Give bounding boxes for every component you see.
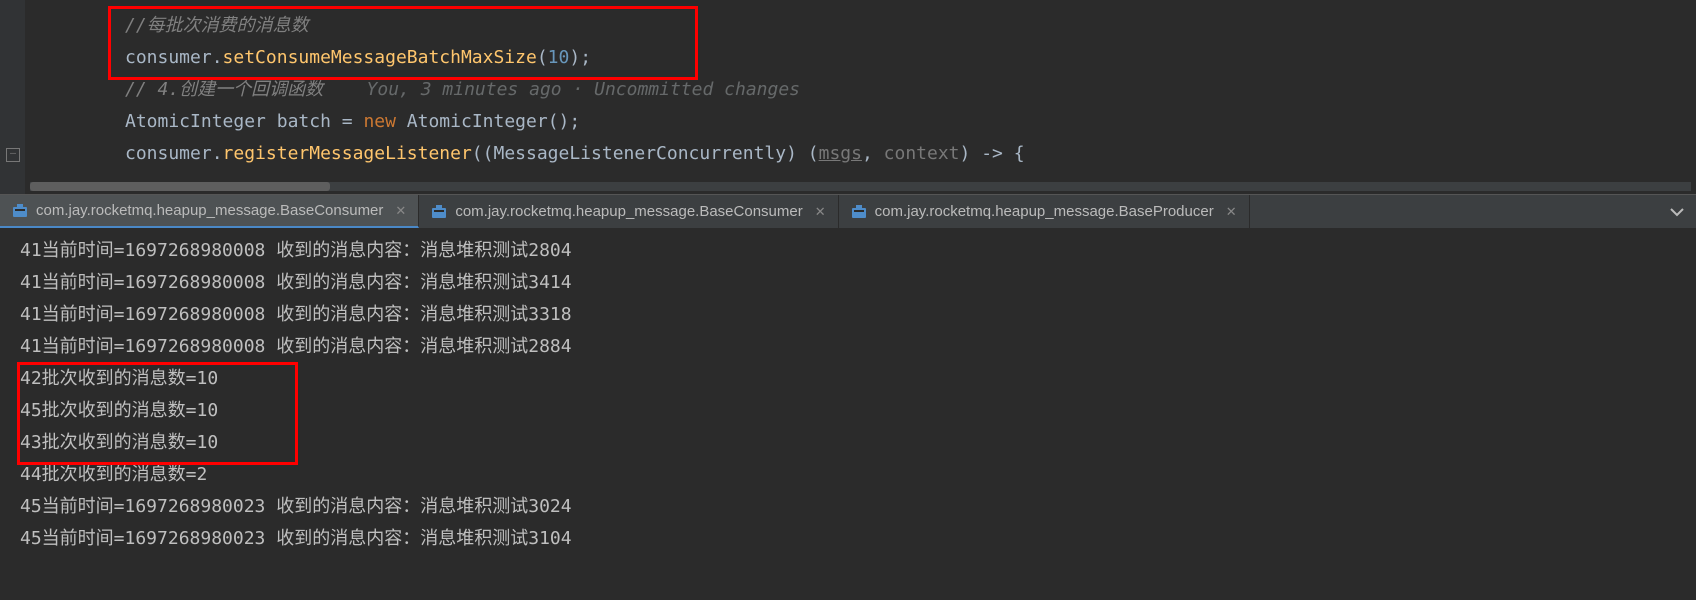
comment-text: // 4.创建一个回调函数 <box>125 79 323 100</box>
run-config-icon <box>12 203 28 219</box>
console-line: 44批次收到的消息数=2 <box>20 459 1676 491</box>
cast-type: MessageListenerConcurrently <box>493 143 786 164</box>
close-icon[interactable]: ✕ <box>395 203 406 219</box>
tab-consumer-2[interactable]: com.jay.rocketmq.heapup_message.BaseCons… <box>419 195 838 228</box>
keyword-new: new <box>363 111 396 132</box>
code-editor[interactable]: – //每批次消费的消息数 consumer.setConsumeMessage… <box>0 0 1696 195</box>
comma: , <box>862 143 884 164</box>
lambda-param: context <box>884 143 960 164</box>
number-literal: 10 <box>548 47 570 68</box>
tail: (); <box>548 111 581 132</box>
space <box>396 111 407 132</box>
method-call: registerMessageListener <box>223 143 472 164</box>
paren: ) <box>569 47 580 68</box>
comment-text: //每批次消费的消息数 <box>125 15 309 36</box>
lambda-param: msgs <box>819 143 862 164</box>
tab-label: com.jay.rocketmq.heapup_message.BaseProd… <box>875 203 1214 220</box>
tab-label: com.jay.rocketmq.heapup_message.BaseCons… <box>36 202 383 219</box>
close-icon[interactable]: ✕ <box>1226 204 1237 220</box>
lambda-arrow: ) -> { <box>960 143 1025 164</box>
console-line: 45批次收到的消息数=10 <box>20 395 1676 427</box>
code-line: // 4.创建一个回调函数 You, 3 minutes ago · Uncom… <box>30 74 1696 106</box>
dot: . <box>212 143 223 164</box>
console-line: 43批次收到的消息数=10 <box>20 427 1676 459</box>
more-tabs-icon[interactable] <box>1658 195 1696 228</box>
code-line: consumer.registerMessageListener((Messag… <box>30 138 1696 170</box>
console-line: 41当前时间=1697268980008 收到的消息内容：消息堆积测试2884 <box>20 331 1676 363</box>
horizontal-scrollbar[interactable] <box>30 182 1691 191</box>
console-output[interactable]: 41当前时间=1697268980008 收到的消息内容：消息堆积测试2804 … <box>0 229 1696 561</box>
tab-consumer-1[interactable]: com.jay.rocketmq.heapup_message.BaseCons… <box>0 195 419 228</box>
identifier: consumer <box>125 143 212 164</box>
vcs-annotation: You, 3 minutes ago · Uncommitted changes <box>367 79 800 100</box>
dot: . <box>212 47 223 68</box>
code-line: //每批次消费的消息数 <box>30 10 1696 42</box>
semicolon: ; <box>580 47 591 68</box>
paren: (( <box>472 143 494 164</box>
fold-icon[interactable]: – <box>6 148 20 162</box>
paren: ) ( <box>786 143 819 164</box>
identifier: consumer <box>125 47 212 68</box>
code-line: AtomicInteger batch = new AtomicInteger(… <box>30 106 1696 138</box>
method-call: setConsumeMessageBatchMaxSize <box>223 47 537 68</box>
space <box>266 111 277 132</box>
tab-producer[interactable]: com.jay.rocketmq.heapup_message.BaseProd… <box>839 195 1250 228</box>
console-line: 42批次收到的消息数=10 <box>20 363 1676 395</box>
close-icon[interactable]: ✕ <box>815 204 826 220</box>
code-line: consumer.setConsumeMessageBatchMaxSize(1… <box>30 42 1696 74</box>
console-line: 45当前时间=1697268980023 收到的消息内容：消息堆积测试3024 <box>20 491 1676 523</box>
console-line: 41当前时间=1697268980008 收到的消息内容：消息堆积测试3414 <box>20 267 1676 299</box>
variable: batch <box>277 111 331 132</box>
tab-label: com.jay.rocketmq.heapup_message.BaseCons… <box>455 203 802 220</box>
console-line: 41当前时间=1697268980008 收到的消息内容：消息堆积测试2804 <box>20 235 1676 267</box>
paren: ( <box>537 47 548 68</box>
constructor: AtomicInteger <box>407 111 548 132</box>
run-config-icon <box>431 204 447 220</box>
run-tab-bar: com.jay.rocketmq.heapup_message.BaseCons… <box>0 195 1696 229</box>
console-line: 45当前时间=1697268980023 收到的消息内容：消息堆积测试3104 <box>20 523 1676 555</box>
console-line: 41当前时间=1697268980008 收到的消息内容：消息堆积测试3318 <box>20 299 1676 331</box>
run-config-icon <box>851 204 867 220</box>
equals: = <box>331 111 364 132</box>
editor-gutter: – <box>0 0 25 194</box>
type-name: AtomicInteger <box>125 111 266 132</box>
